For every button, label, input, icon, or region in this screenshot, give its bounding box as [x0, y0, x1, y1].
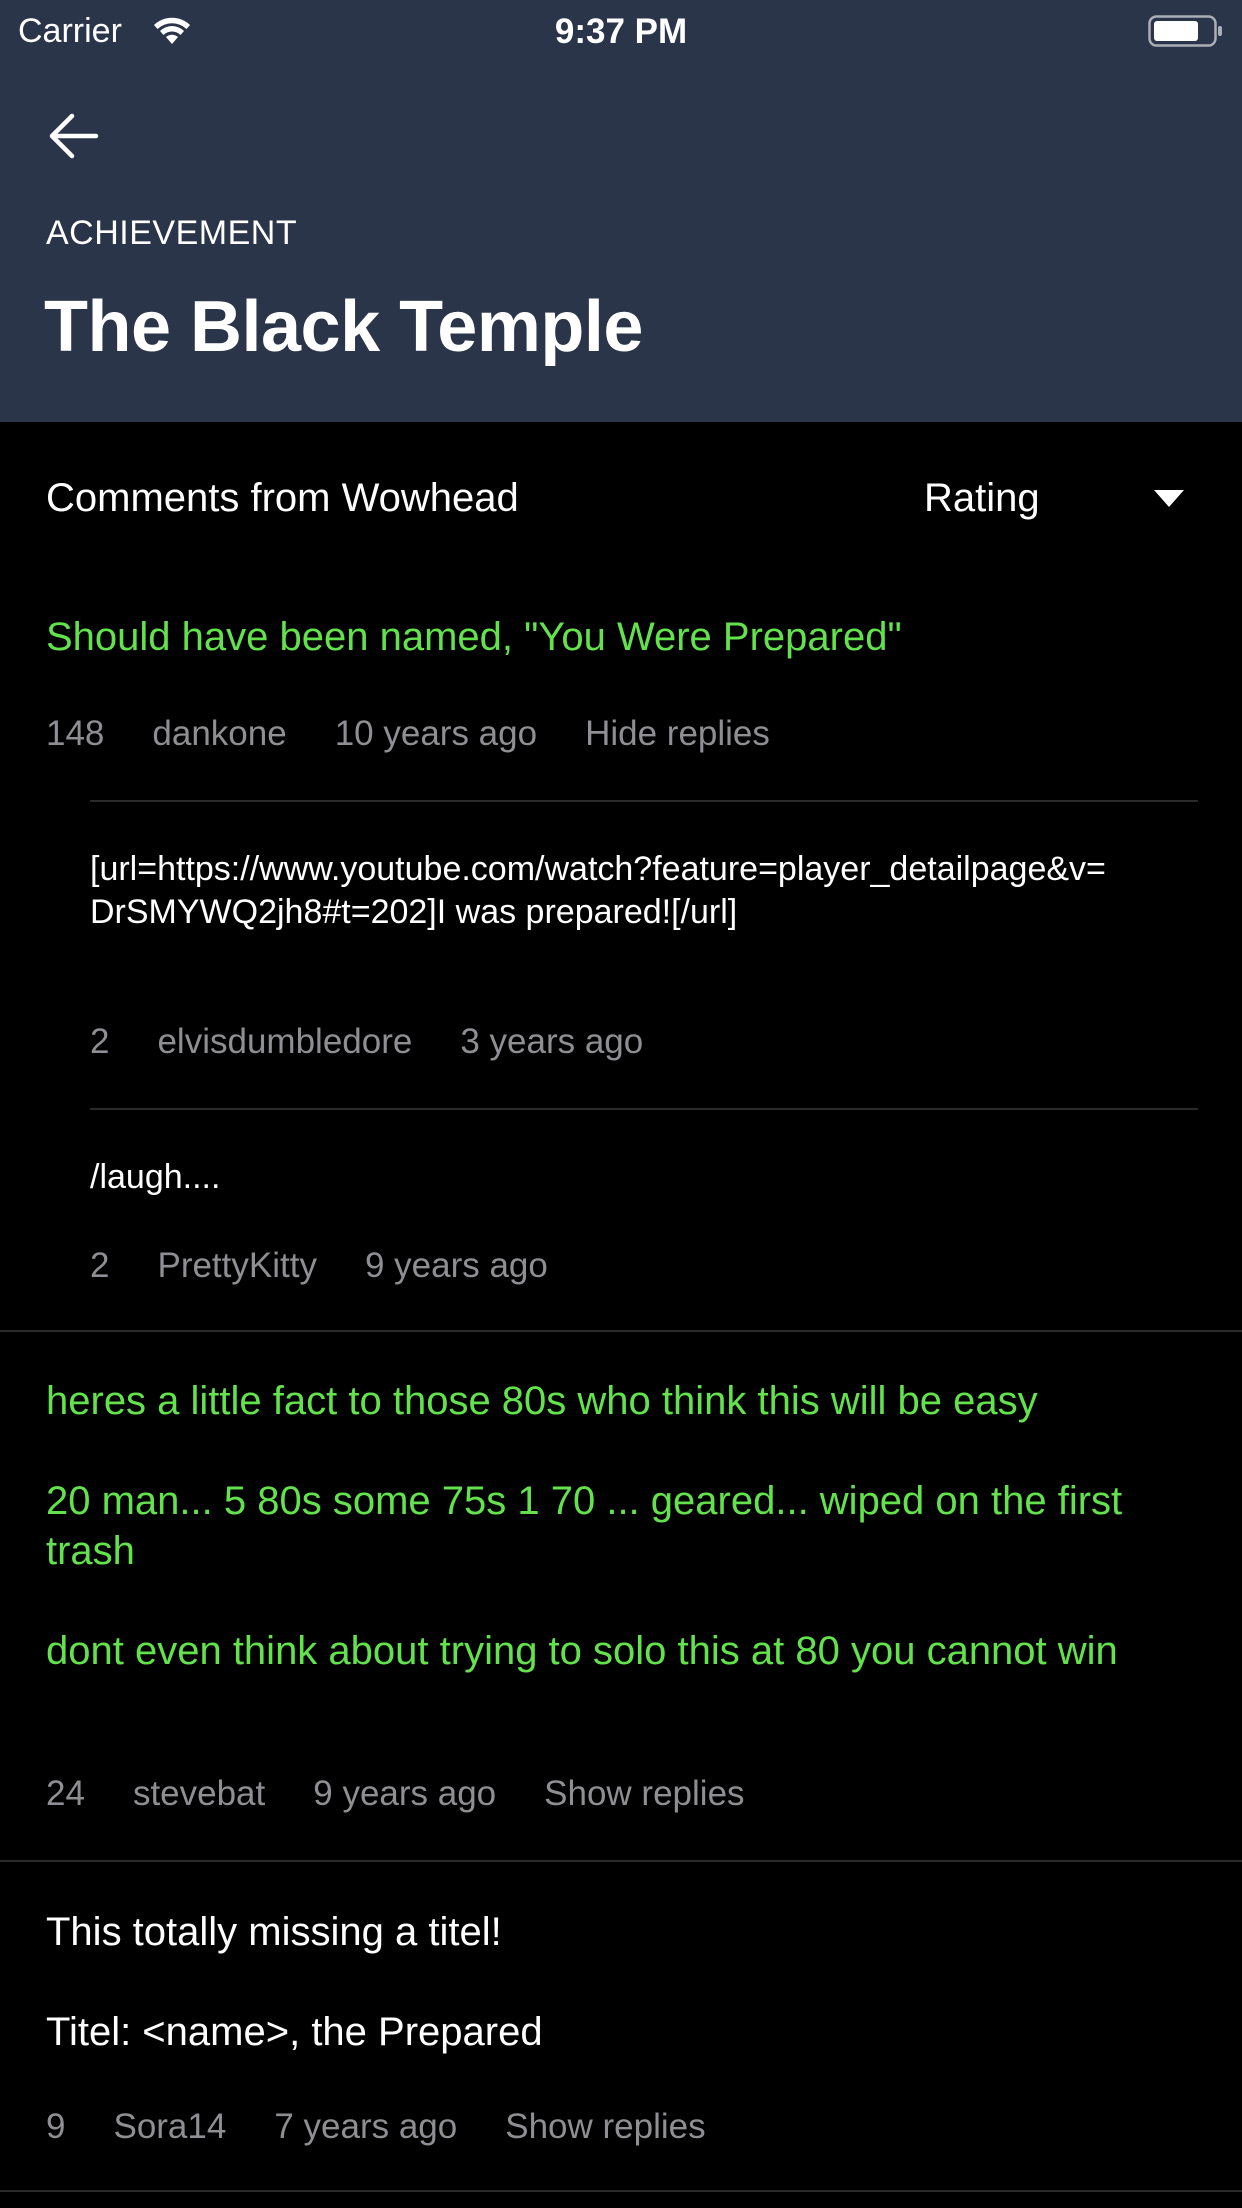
comment-divider — [0, 2190, 1242, 2192]
reply-author[interactable]: PrettyKitty — [157, 1246, 316, 1286]
comment-author[interactable]: stevebat — [133, 1774, 265, 1814]
reply-text: [url=https://www.youtube.com/watch?featu… — [90, 850, 1106, 931]
header: Carrier 9:37 PM ACHIEVEMENT The Black Te… — [0, 0, 1242, 422]
comment-meta: 24 stevebat 9 years ago Show replies — [46, 1774, 745, 1814]
comment-meta: 9 Sora14 7 years ago Show replies — [46, 2107, 706, 2147]
reply-meta: 2 elvisdumbledore 3 years ago — [90, 1022, 643, 1062]
comment-author[interactable]: Sora14 — [113, 2107, 226, 2147]
sort-selected-label: Rating — [924, 476, 1040, 520]
reply-meta: 2 PrettyKitty 9 years ago — [90, 1246, 548, 1286]
comment-time: 7 years ago — [274, 2107, 458, 2146]
item-type-label: ACHIEVEMENT — [46, 214, 298, 252]
comment-rating: 9 — [46, 2107, 66, 2146]
reply-text: /laugh.... — [90, 1158, 221, 1196]
comment-text: This totally missing a titel! Titel: <na… — [46, 1910, 543, 2054]
comment-time: 9 years ago — [313, 1774, 497, 1813]
comment-divider — [0, 1330, 1242, 1332]
status-time: 9:37 PM — [554, 12, 688, 51]
reply-divider — [90, 1108, 1198, 1110]
comment-text: Should have been named, "You Were Prepar… — [46, 615, 902, 659]
show-replies-button[interactable]: Show replies — [544, 1774, 744, 1814]
comments-title: Comments from Wowhead — [46, 476, 519, 520]
comment-time: 10 years ago — [334, 714, 538, 753]
comments-header: Comments from Wowhead Rating — [0, 422, 1242, 572]
show-replies-button[interactable]: Show replies — [505, 2107, 705, 2147]
status-bar: Carrier 9:37 PM — [0, 0, 1242, 62]
comment-meta: 148 dankone 10 years ago Hide replies — [46, 714, 770, 754]
sort-dropdown[interactable]: Rating — [900, 458, 1200, 538]
comment-divider — [0, 1860, 1242, 1862]
reply-author[interactable]: elvisdumbledore — [157, 1022, 412, 1062]
reply-rating: 2 — [90, 1246, 110, 1285]
reply-time: 9 years ago — [364, 1246, 548, 1285]
back-arrow-icon[interactable] — [44, 106, 104, 166]
reply-time: 3 years ago — [460, 1022, 644, 1061]
hide-replies-button[interactable]: Hide replies — [585, 714, 770, 754]
battery-icon — [1148, 15, 1222, 47]
comment-rating: 148 — [46, 714, 105, 753]
caret-down-icon — [1154, 490, 1184, 507]
page-title: The Black Temple — [44, 287, 643, 367]
reply-rating: 2 — [90, 1022, 110, 1061]
comment-author[interactable]: dankone — [152, 714, 286, 754]
reply-divider — [90, 800, 1198, 802]
comment-rating: 24 — [46, 1774, 85, 1813]
comment-text: heres a little fact to those 80s who thi… — [46, 1379, 1123, 1673]
